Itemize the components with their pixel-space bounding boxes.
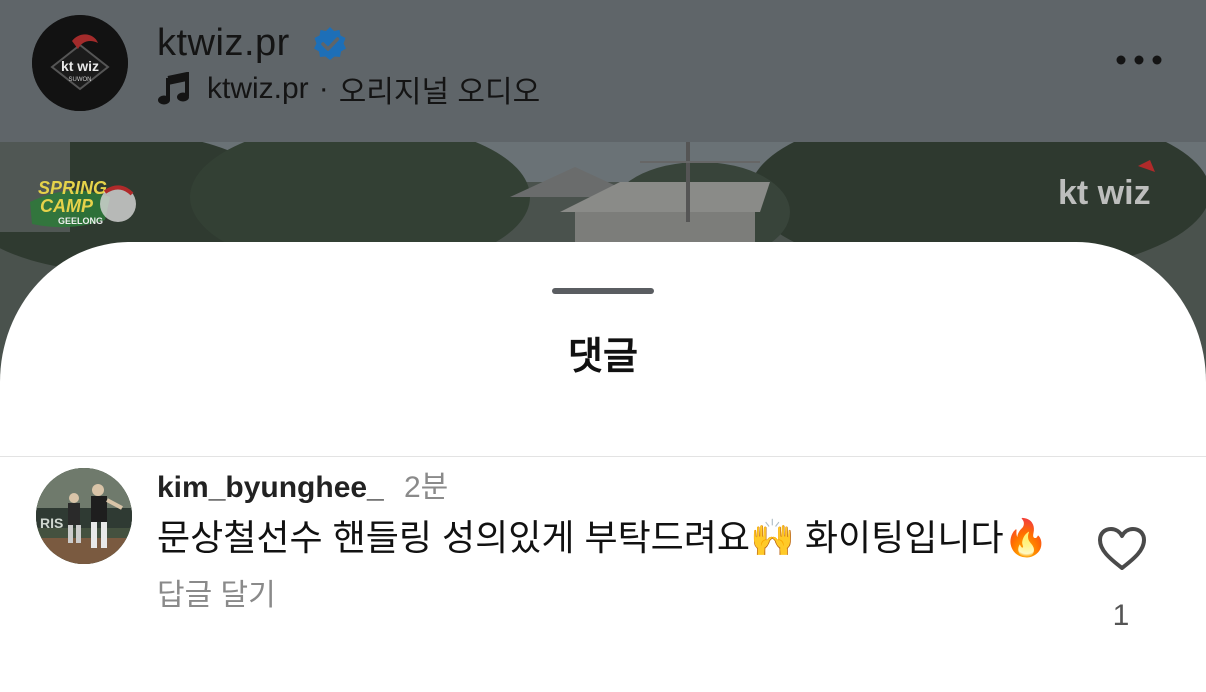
logo-text: kt wiz bbox=[61, 58, 99, 74]
commenter-username[interactable]: kim_byunghee_ bbox=[157, 470, 384, 506]
svg-text:SPRING: SPRING bbox=[38, 178, 107, 198]
sheet-drag-handle[interactable] bbox=[552, 288, 654, 294]
reply-button[interactable]: 답글 달기 bbox=[157, 578, 276, 614]
commenter-avatar[interactable]: RIS bbox=[36, 468, 132, 564]
audio-separator: · bbox=[318, 72, 329, 105]
more-options-icon[interactable] bbox=[1112, 48, 1166, 72]
account-avatar[interactable]: kt wiz SUWON bbox=[32, 15, 128, 111]
svg-text:CAMP: CAMP bbox=[40, 196, 94, 216]
heart-icon[interactable] bbox=[1097, 526, 1147, 572]
divider bbox=[0, 456, 1206, 457]
audio-label: 오리지널 오디오 bbox=[338, 76, 541, 109]
svg-text:RIS: RIS bbox=[40, 515, 63, 531]
audio-row[interactable]: ktwiz.pr · 오리지널 오디오 bbox=[157, 68, 540, 110]
like-count: 1 bbox=[1112, 599, 1130, 632]
logo-subtext: SUWON bbox=[69, 77, 92, 83]
comment-timestamp: 2분 bbox=[404, 471, 449, 504]
media-watermark: kt wiz bbox=[1058, 174, 1151, 212]
verified-badge-icon bbox=[312, 26, 348, 62]
audio-owner: ktwiz.pr bbox=[207, 72, 309, 105]
sheet-title: 댓글 bbox=[568, 336, 638, 378]
comments-sheet: 댓글 RIS kim_byunghee_ 2분 문상철선수 핸들링 성의있게 부… bbox=[0, 242, 1206, 692]
svg-text:GEELONG: GEELONG bbox=[58, 216, 103, 226]
music-note-icon bbox=[157, 72, 191, 106]
comment-text: 문상철선수 핸들링 성의있게 부탁드려요🙌 화이팅입니다🔥 bbox=[157, 517, 1049, 558]
account-username[interactable]: ktwiz.pr bbox=[157, 20, 290, 66]
post-header: kt wiz SUWON ktwiz.pr ktwiz.pr · 오리지널 오디… bbox=[0, 0, 1206, 142]
reels-comments-screen: kt wiz SUWON ktwiz.pr ktwiz.pr · 오리지널 오디… bbox=[0, 0, 1206, 692]
